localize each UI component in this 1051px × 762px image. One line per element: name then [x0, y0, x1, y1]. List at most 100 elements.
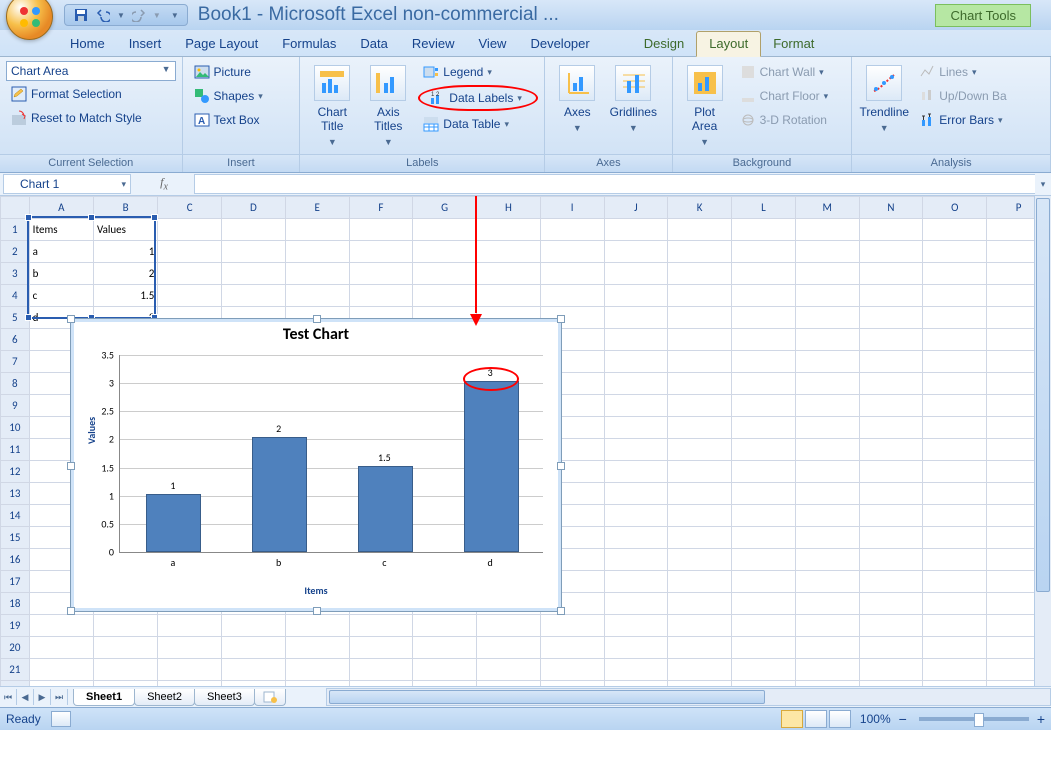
- data-table-button[interactable]: Data Table: [418, 113, 538, 135]
- chart-bar[interactable]: [358, 466, 413, 552]
- cell[interactable]: a: [29, 241, 93, 263]
- column-header[interactable]: K: [668, 197, 732, 219]
- name-box[interactable]: Chart 1: [3, 174, 131, 194]
- gridlines-button[interactable]: Gridlines▼: [607, 61, 659, 154]
- vertical-scrollbar[interactable]: [1034, 196, 1051, 686]
- chart-y-axis-label[interactable]: Values: [85, 417, 98, 444]
- sheet-nav-last[interactable]: ⏭: [51, 689, 68, 705]
- row-header[interactable]: 19: [1, 615, 30, 637]
- chart-bar[interactable]: [252, 437, 307, 552]
- chart-bar[interactable]: [146, 494, 201, 552]
- macro-record-icon[interactable]: [51, 711, 71, 727]
- picture-button[interactable]: Picture: [189, 61, 268, 83]
- row-header[interactable]: 20: [1, 637, 30, 659]
- fx-icon[interactable]: fx: [160, 175, 168, 192]
- undo-icon[interactable]: [95, 7, 111, 23]
- redo-icon[interactable]: [131, 7, 147, 23]
- row-header[interactable]: 14: [1, 505, 30, 527]
- cell[interactable]: Items: [29, 219, 93, 241]
- row-header[interactable]: 10: [1, 417, 30, 439]
- plot-area-button[interactable]: Plot Area▼: [679, 61, 731, 154]
- row-header[interactable]: 16: [1, 549, 30, 571]
- cell[interactable]: 2: [93, 263, 157, 285]
- row-header[interactable]: 2: [1, 241, 30, 263]
- formula-bar[interactable]: [194, 174, 1035, 194]
- qat-customize-icon[interactable]: ▼: [171, 11, 179, 20]
- column-header[interactable]: O: [923, 197, 987, 219]
- sheet-nav-next[interactable]: ▶: [34, 689, 51, 705]
- chart-data-label[interactable]: 2: [276, 422, 281, 435]
- column-header[interactable]: A: [29, 197, 93, 219]
- chart-title[interactable]: Test Chart: [79, 325, 553, 344]
- tab-format[interactable]: Format: [761, 32, 826, 56]
- formula-bar-expand-icon[interactable]: ▾: [1035, 179, 1051, 190]
- zoom-slider[interactable]: [919, 717, 1029, 721]
- view-page-break-button[interactable]: [829, 710, 851, 728]
- row-header[interactable]: 7: [1, 351, 30, 373]
- chart-bar[interactable]: [464, 381, 519, 552]
- column-header[interactable]: M: [795, 197, 859, 219]
- column-header[interactable]: F: [349, 197, 413, 219]
- select-all-cell[interactable]: [1, 197, 30, 219]
- new-sheet-button[interactable]: [254, 689, 286, 706]
- tab-review[interactable]: Review: [400, 32, 467, 56]
- column-header[interactable]: J: [604, 197, 668, 219]
- tab-developer[interactable]: Developer: [518, 32, 601, 56]
- row-header[interactable]: 3: [1, 263, 30, 285]
- row-header[interactable]: 5: [1, 307, 30, 329]
- tab-design[interactable]: Design: [632, 32, 696, 56]
- row-header[interactable]: 18: [1, 593, 30, 615]
- tab-layout[interactable]: Layout: [696, 31, 761, 57]
- embedded-chart[interactable]: Test Chart Values Items 00.511.522.533.5…: [70, 318, 562, 612]
- row-header[interactable]: 22: [1, 681, 30, 687]
- chart-title-button[interactable]: Chart Title▼: [306, 61, 358, 154]
- row-header[interactable]: 13: [1, 483, 30, 505]
- tab-page-layout[interactable]: Page Layout: [173, 32, 270, 56]
- zoom-out-button[interactable]: −: [899, 711, 907, 727]
- redo-dropdown-icon[interactable]: ▼: [153, 11, 161, 20]
- tab-view[interactable]: View: [467, 32, 519, 56]
- cell[interactable]: b: [29, 263, 93, 285]
- column-header[interactable]: L: [732, 197, 796, 219]
- tab-insert[interactable]: Insert: [117, 32, 174, 56]
- undo-dropdown-icon[interactable]: ▼: [117, 11, 125, 20]
- zoom-in-button[interactable]: +: [1037, 711, 1045, 727]
- sheet-tab[interactable]: Sheet1: [73, 689, 135, 706]
- sheet-nav-first[interactable]: ⏮: [0, 689, 17, 705]
- row-header[interactable]: 9: [1, 395, 30, 417]
- legend-button[interactable]: Legend: [418, 61, 538, 83]
- tab-data[interactable]: Data: [348, 32, 399, 56]
- error-bars-button[interactable]: Error Bars: [914, 109, 1011, 131]
- cell[interactable]: 1: [93, 241, 157, 263]
- cell[interactable]: 1.5: [93, 285, 157, 307]
- row-header[interactable]: 12: [1, 461, 30, 483]
- axes-button[interactable]: Axes▼: [551, 61, 603, 154]
- column-header[interactable]: G: [413, 197, 477, 219]
- horizontal-scrollbar[interactable]: [326, 688, 1051, 706]
- row-header[interactable]: 11: [1, 439, 30, 461]
- cell[interactable]: c: [29, 285, 93, 307]
- view-page-layout-button[interactable]: [805, 710, 827, 728]
- row-header[interactable]: 8: [1, 373, 30, 395]
- column-header[interactable]: H: [477, 197, 541, 219]
- tab-formulas[interactable]: Formulas: [270, 32, 348, 56]
- sheet-nav-prev[interactable]: ◀: [17, 689, 34, 705]
- format-selection-button[interactable]: Format Selection: [6, 83, 176, 105]
- row-header[interactable]: 4: [1, 285, 30, 307]
- chart-data-label[interactable]: 1.5: [378, 451, 391, 464]
- sheet-tab[interactable]: Sheet2: [134, 689, 195, 706]
- chart-element-selector[interactable]: Chart Area▼: [6, 61, 176, 81]
- row-header[interactable]: 21: [1, 659, 30, 681]
- text-box-button[interactable]: AText Box: [189, 109, 268, 131]
- chart-x-axis-label[interactable]: Items: [304, 584, 327, 597]
- row-header[interactable]: 6: [1, 329, 30, 351]
- data-labels-button[interactable]: 1 2Data Labels: [424, 87, 532, 109]
- view-normal-button[interactable]: [781, 710, 803, 728]
- row-header[interactable]: 15: [1, 527, 30, 549]
- column-header[interactable]: C: [158, 197, 222, 219]
- tab-home[interactable]: Home: [58, 32, 117, 56]
- save-icon[interactable]: [73, 7, 89, 23]
- row-header[interactable]: 17: [1, 571, 30, 593]
- cell[interactable]: Values: [93, 219, 157, 241]
- reset-to-match-style-button[interactable]: Reset to Match Style: [6, 107, 176, 129]
